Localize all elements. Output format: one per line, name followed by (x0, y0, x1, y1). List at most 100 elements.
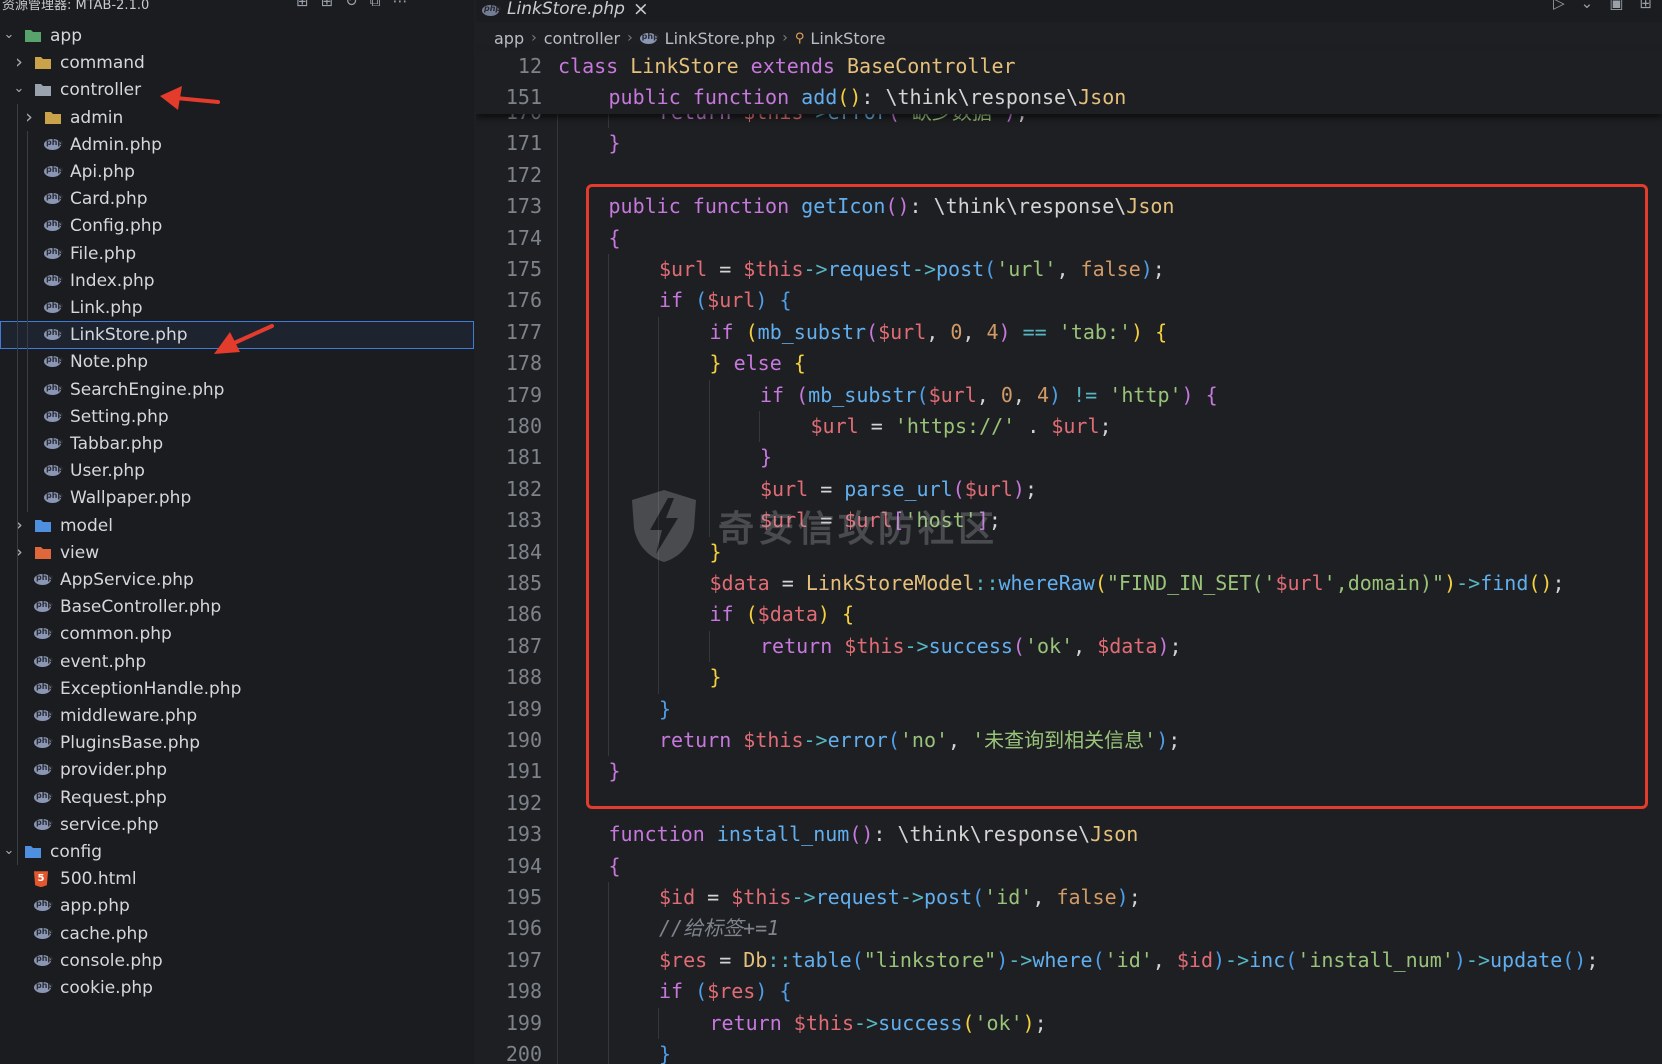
code-line[interactable]: 194 { (476, 851, 1662, 882)
tree-item-link-php[interactable]: Link.php (0, 294, 474, 322)
tree-item-500-html[interactable]: 5 500.html (0, 865, 474, 893)
tree-item-request-php[interactable]: Request.php (0, 784, 474, 812)
tree-item-card-php[interactable]: Card.php (0, 185, 474, 213)
code-line[interactable]: 186 if ($data) { (476, 599, 1662, 630)
refresh-icon[interactable]: ↻ (345, 0, 358, 10)
tree-item-controller[interactable]: ⌄ controller (0, 76, 474, 104)
code-area[interactable]: 170return $this->error('缺少数据');171}17217… (476, 114, 1662, 1064)
tree-item-index-php[interactable]: Index.php (0, 267, 474, 295)
sticky-scroll-header[interactable]: 12 class LinkStore extends BaseController… (476, 50, 1662, 114)
breadcrumb-class[interactable]: LinkStore (810, 29, 885, 48)
chevron-right-icon[interactable]: › (12, 53, 26, 72)
tree-item-label: cache.php (60, 923, 149, 944)
code-line[interactable]: 197 $res = Db::table("linkstore")->where(… (476, 945, 1662, 976)
code-line[interactable]: 187 return $this->success('ok', $data); (476, 631, 1662, 662)
tree-item-pluginsbase-php[interactable]: PluginsBase.php (0, 729, 474, 757)
tree-item-command[interactable]: › command (0, 49, 474, 77)
collapse-all-icon[interactable]: ⧉ (370, 0, 381, 10)
code-line[interactable]: 170 return $this->error('缺少数据'); (476, 114, 1662, 128)
tree-item-app[interactable]: ⌄ app (0, 22, 474, 50)
code-line[interactable]: 199 return $this->success('ok'); (476, 1008, 1662, 1039)
tree-item-basecontroller-php[interactable]: BaseController.php (0, 593, 474, 621)
tree-item-cookie-php[interactable]: cookie.php (0, 974, 474, 1002)
tree-item-exceptionhandle-php[interactable]: ExceptionHandle.php (0, 675, 474, 703)
code-line[interactable]: 200} (476, 1039, 1662, 1064)
code-line[interactable]: 171} (476, 128, 1662, 159)
save-icon[interactable]: ▣ (1609, 0, 1623, 12)
tree-item-config-php[interactable]: Config.php (0, 212, 474, 240)
tree-item-file-php[interactable]: File.php (0, 240, 474, 268)
code-line[interactable]: 151 public function add(): \think\respons… (476, 82, 1662, 113)
tree-item-label: Card.php (70, 189, 148, 210)
code-token: , (1073, 633, 1098, 658)
tree-item-service-php[interactable]: service.php (0, 811, 474, 839)
code-line[interactable]: 173 public function getIcon(): \think\res… (476, 191, 1662, 222)
code-line[interactable]: 189} (476, 694, 1662, 725)
new-folder-icon[interactable]: ⊞ (321, 0, 334, 10)
tree-item-common-php[interactable]: common.php (0, 620, 474, 648)
line-number: 176 (505, 288, 542, 313)
tree-item-event-php[interactable]: event.php (0, 648, 474, 676)
code-line[interactable]: 185 $data = LinkStoreModel::whereRaw("FIN… (476, 568, 1662, 599)
code-line[interactable]: 179 if (mb_substr($url, 0, 4) != 'http') … (476, 380, 1662, 411)
tree-item-config[interactable]: ⌄ config (0, 838, 474, 866)
code-text: } else { (710, 348, 806, 379)
chevron-right-icon[interactable]: › (12, 515, 26, 534)
code-line[interactable]: 172 (476, 160, 1662, 191)
breadcrumb-file[interactable]: LinkStore.php (665, 29, 776, 48)
code-token: extends (750, 54, 847, 78)
tree-item-wallpaper-php[interactable]: Wallpaper.php (0, 484, 474, 512)
code-line[interactable]: 190 return $this->error('no', '未查询到相关信息')… (476, 725, 1662, 756)
tree-item-provider-php[interactable]: provider.php (0, 756, 474, 784)
code-line[interactable]: 12 class LinkStore extends BaseController (476, 51, 1662, 82)
chevron-down-icon[interactable]: ⌄ (1581, 0, 1594, 12)
tree-item-tabbar-php[interactable]: Tabbar.php (0, 430, 474, 458)
split-editor-icon[interactable]: ⊞ (1639, 0, 1652, 12)
chevron-right-icon[interactable]: › (12, 542, 26, 561)
tree-item-model[interactable]: › model (0, 512, 474, 540)
tree-item-cache-php[interactable]: cache.php (0, 920, 474, 948)
tree-item-admin[interactable]: › admin (0, 104, 474, 132)
chevron-down-icon[interactable]: ⌄ (12, 80, 26, 98)
code-line[interactable]: 188} (476, 662, 1662, 693)
more-icon[interactable]: ⋯ (392, 0, 407, 10)
tree-item-searchengine-php[interactable]: SearchEngine.php (0, 376, 474, 404)
tab-linkstore-php[interactable]: LinkStore.php × (482, 0, 649, 22)
chevron-right-icon[interactable]: › (22, 107, 36, 126)
php-file-icon (44, 218, 63, 233)
code-token: { (841, 602, 855, 627)
tree-item-admin-php[interactable]: Admin.php (0, 131, 474, 159)
code-line[interactable]: 180 $url = 'https://' . $url; (476, 411, 1662, 442)
code-token: return (659, 728, 744, 752)
code-line[interactable]: 177 if (mb_substr($url, 0, 4) == 'tab:') … (476, 317, 1662, 348)
code-line[interactable]: 175 $url = $this->request->post('url', fa… (476, 254, 1662, 285)
tree-item-console-php[interactable]: console.php (0, 947, 474, 975)
code-token: ( (851, 947, 864, 972)
code-line[interactable]: 198 if ($res) { (476, 976, 1662, 1007)
tree-item-api-php[interactable]: Api.php (0, 158, 474, 186)
code-line[interactable]: 196 //给标签+=1 (476, 913, 1662, 944)
breadcrumb-app[interactable]: app (494, 29, 524, 48)
code-line[interactable]: 195 $id = $this->request->post('id', fals… (476, 882, 1662, 913)
tree-item-user-php[interactable]: User.php (0, 457, 474, 485)
code-line[interactable]: 191} (476, 756, 1662, 787)
breadcrumb-controller[interactable]: controller (544, 29, 620, 48)
new-file-icon[interactable]: ⊞ (296, 0, 309, 10)
code-line[interactable]: 174 { (476, 223, 1662, 254)
code-line[interactable]: 192 (476, 788, 1662, 819)
tree-item-app-php[interactable]: app.php (0, 892, 474, 920)
tree-item-appservice-php[interactable]: AppService.php (0, 566, 474, 594)
chevron-down-icon[interactable]: ⌄ (2, 26, 16, 44)
chevron-down-icon[interactable]: ⌄ (2, 842, 16, 860)
tree-item-setting-php[interactable]: Setting.php (0, 403, 474, 431)
tree-item-middleware-php[interactable]: middleware.php (0, 702, 474, 730)
code-line[interactable]: 181} (476, 442, 1662, 473)
code-token: ) (1213, 947, 1226, 972)
code-line[interactable]: 176 if ($url) { (476, 285, 1662, 316)
tab-close-icon[interactable]: × (633, 0, 649, 20)
code-line[interactable]: 193 function install_num(): \think\respon… (476, 819, 1662, 850)
tree-item-view[interactable]: › view (0, 539, 474, 567)
run-icon[interactable]: ▷ (1553, 0, 1565, 12)
code-line[interactable]: 178} else { (476, 348, 1662, 379)
